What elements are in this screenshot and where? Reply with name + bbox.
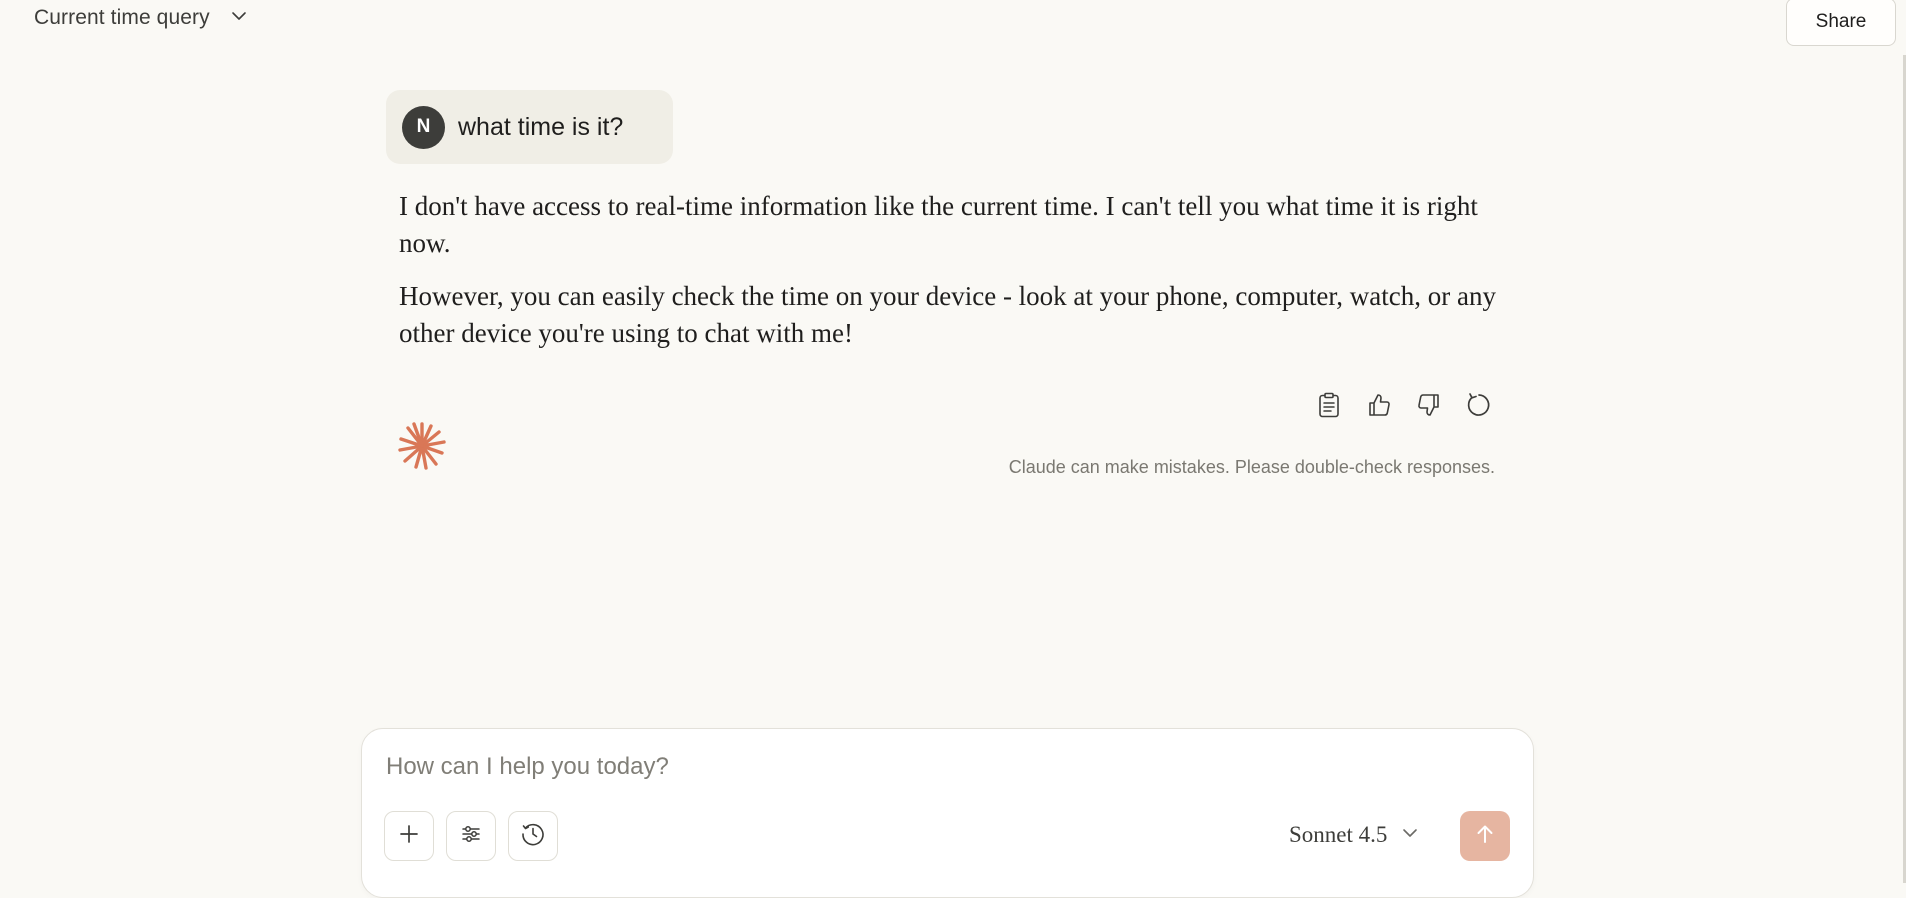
model-selector[interactable]: Sonnet 4.5	[1289, 822, 1419, 848]
copy-icon	[1317, 392, 1341, 423]
assistant-message: I don't have access to real-time informa…	[399, 188, 1499, 368]
assistant-paragraph: However, you can easily check the time o…	[399, 281, 1496, 348]
arrow-up-icon	[1474, 823, 1496, 850]
assistant-paragraph: I don't have access to real-time informa…	[399, 191, 1478, 258]
user-message-text: what time is it?	[458, 112, 624, 141]
history-button[interactable]	[508, 811, 558, 861]
clock-history-icon	[520, 821, 546, 852]
sliders-icon	[460, 823, 482, 850]
disclaimer-text: Claude can make mistakes. Please double-…	[1008, 457, 1495, 477]
plus-icon	[398, 823, 420, 850]
send-button[interactable]	[1460, 811, 1510, 861]
user-message: N what time is it?	[386, 90, 673, 164]
tools-button[interactable]	[446, 811, 496, 861]
model-name: Sonnet 4.5	[1289, 822, 1388, 847]
thumbs-down-icon	[1416, 392, 1442, 423]
copy-button[interactable]	[1315, 392, 1343, 423]
thumbs-up-icon	[1366, 392, 1392, 423]
conversation-title-menu[interactable]: Current time query	[34, 6, 248, 30]
thumbs-up-button[interactable]	[1365, 393, 1393, 421]
message-actions	[1315, 391, 1493, 424]
chevron-down-icon	[230, 7, 248, 30]
chevron-down-icon	[1401, 822, 1419, 848]
header: Current time query Share	[0, 0, 1906, 61]
conversation-title: Current time query	[34, 6, 210, 29]
add-button[interactable]	[384, 811, 434, 861]
retry-button[interactable]	[1465, 391, 1493, 424]
composer: Sonnet 4.5	[361, 728, 1534, 898]
message-input[interactable]	[384, 747, 1484, 787]
claude-logo-icon	[396, 420, 448, 472]
share-button[interactable]: Share	[1786, 0, 1896, 46]
retry-icon	[1465, 391, 1493, 424]
thumbs-down-button[interactable]	[1415, 393, 1443, 421]
avatar[interactable]: N	[402, 105, 445, 149]
